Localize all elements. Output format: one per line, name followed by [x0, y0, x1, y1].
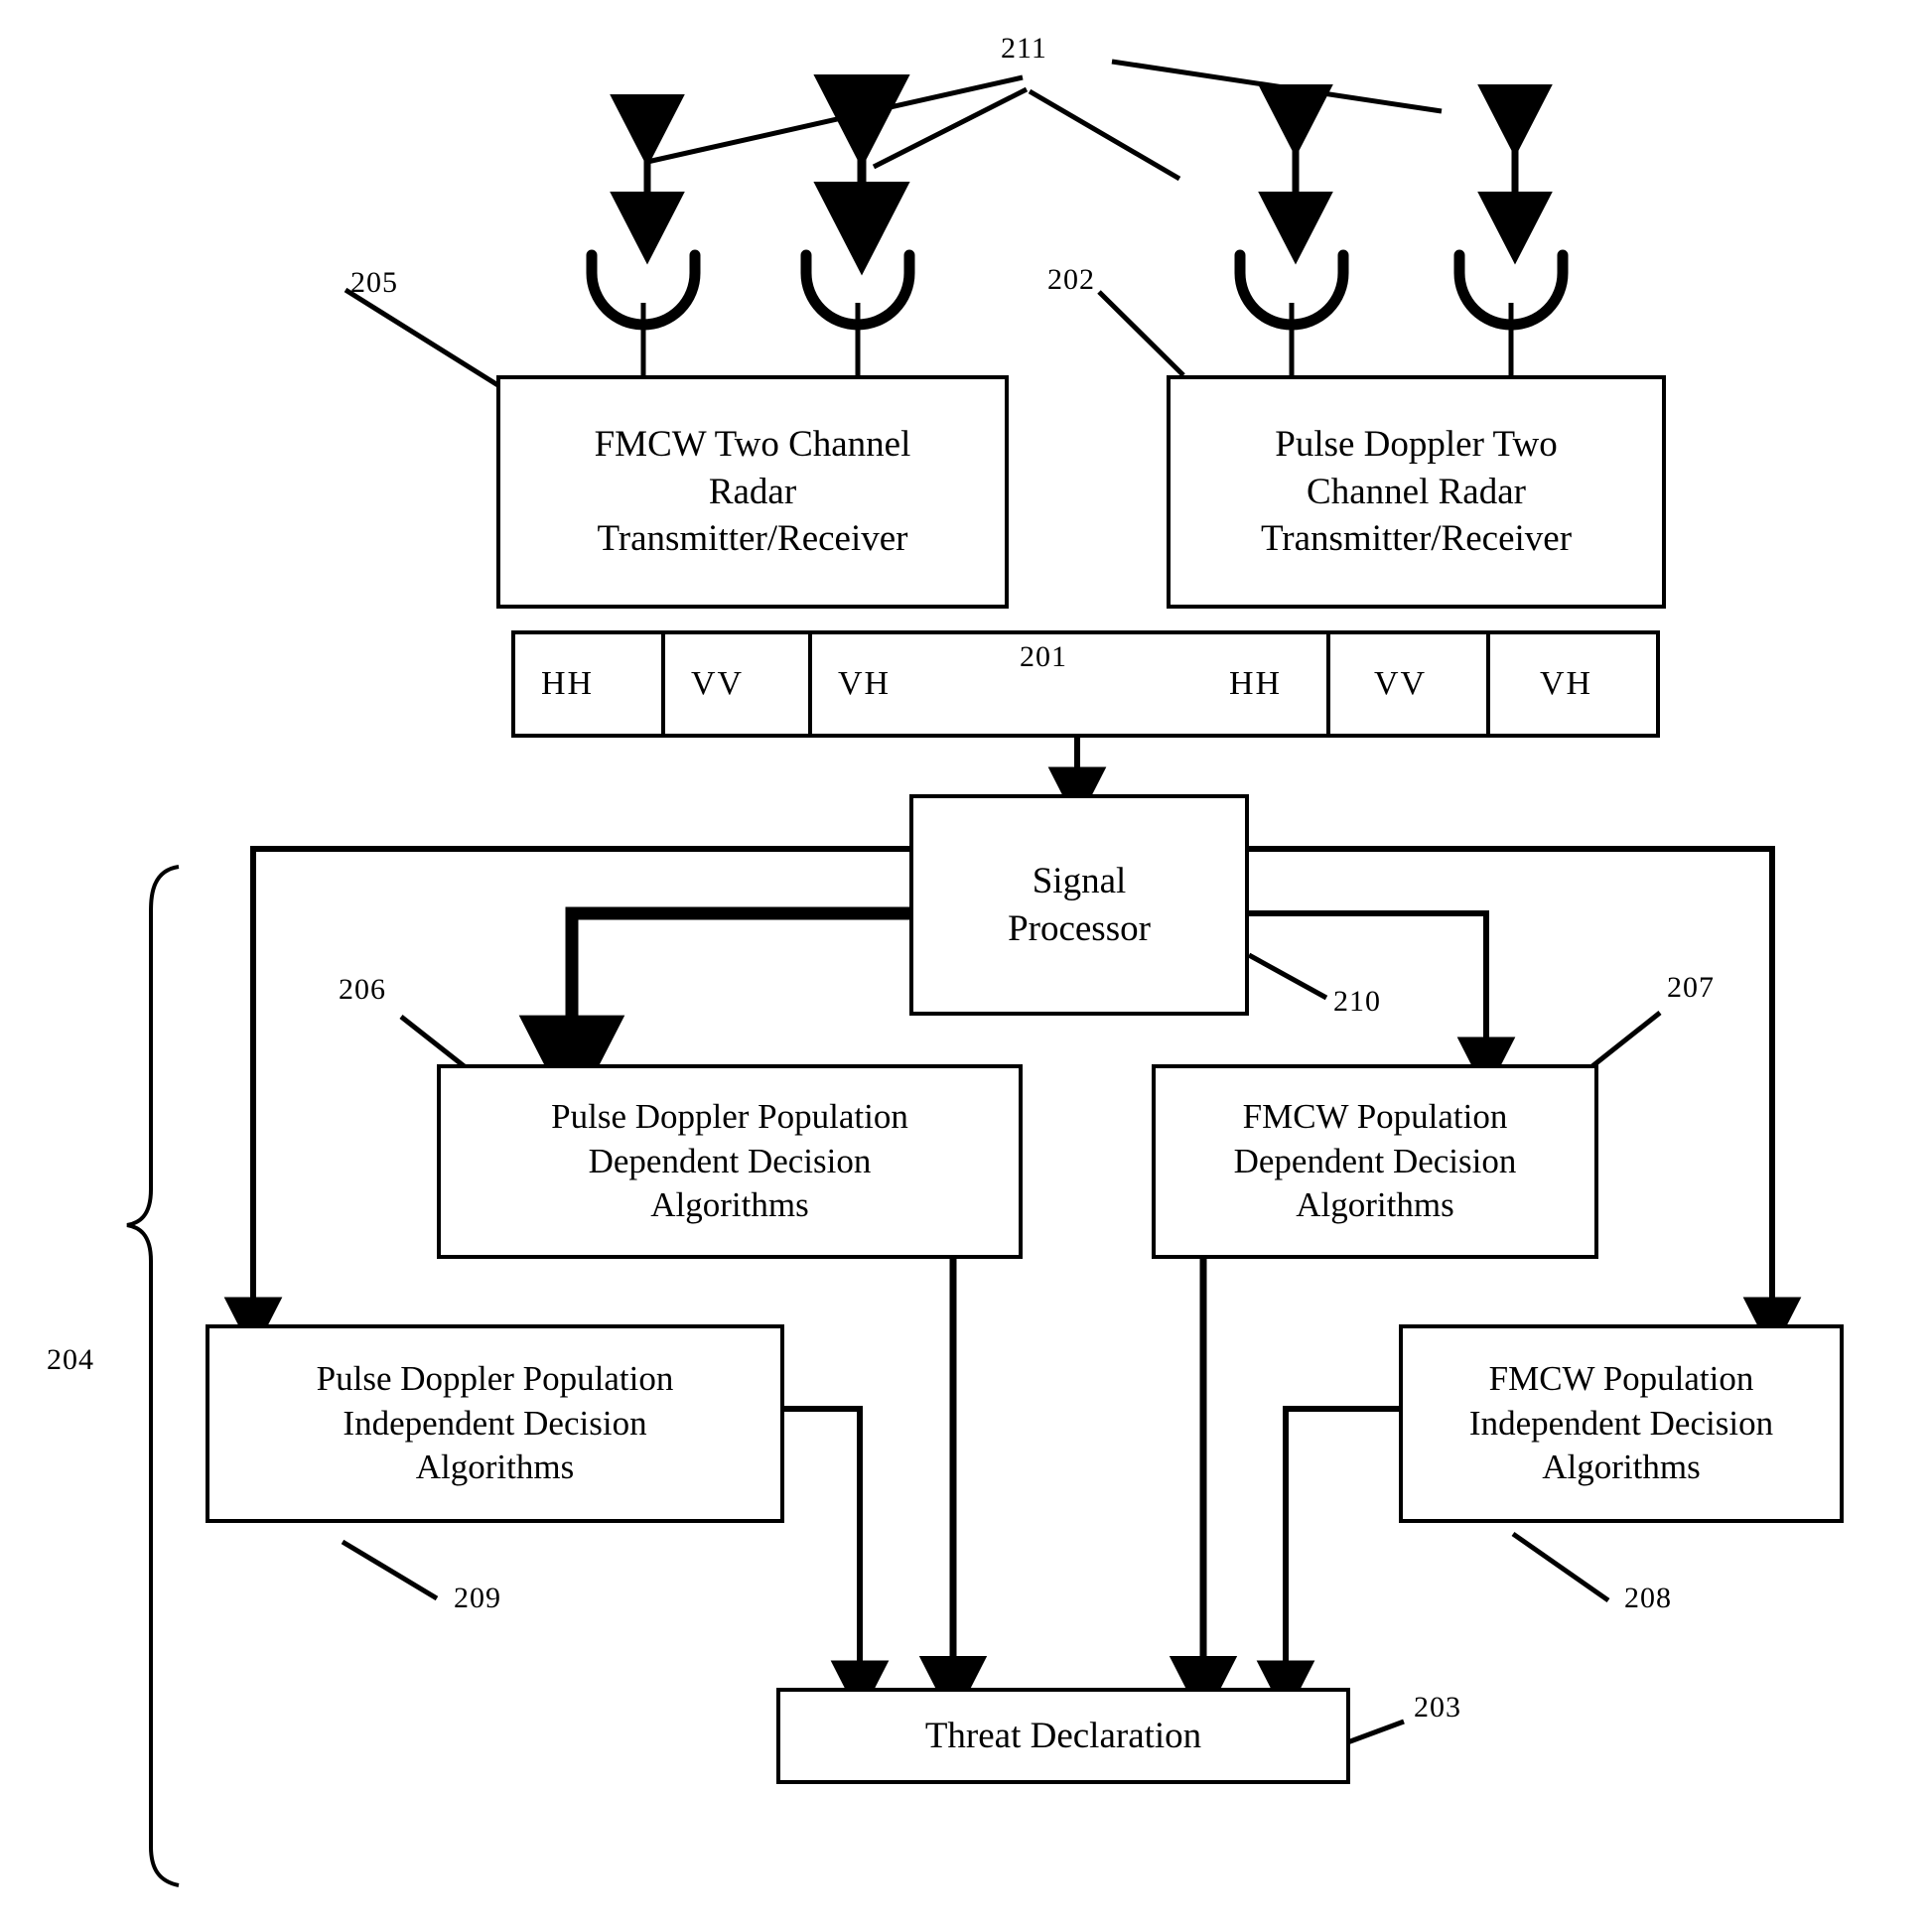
- threat-declaration-label: Threat Declaration: [924, 1715, 1202, 1756]
- ref-numeral-205: 205: [350, 266, 398, 299]
- wire-pd-independent-to-threat: [784, 1406, 890, 1719]
- ref-numeral-202: 202: [1047, 263, 1095, 296]
- pd-independent-line-2: Independent Decision: [343, 1403, 647, 1443]
- block-signal-processor: Signal Processor: [909, 794, 1249, 1016]
- fmcw-independent-line-2: Independent Decision: [1468, 1403, 1774, 1443]
- lead-line-203: [1341, 1719, 1405, 1747]
- polarization-label: VH: [838, 665, 892, 702]
- patent-figure: FMCW Two Channel Radar Transmitter/Recei…: [0, 0, 1931, 1932]
- polarization-label: HH: [1229, 665, 1283, 702]
- pd-dependent-line-1: Pulse Doppler Population: [551, 1096, 908, 1136]
- ref-numeral-207: 207: [1667, 971, 1715, 1004]
- block-pulse-doppler-transmitter-receiver: Pulse Doppler Two Channel Radar Transmit…: [1167, 375, 1666, 609]
- signal-processor-line-2: Processor: [1008, 907, 1151, 949]
- block-fmcw-population-dependent: FMCW Population Dependent Decision Algor…: [1152, 1064, 1598, 1259]
- fmcw-dependent-line-3: Algorithms: [1296, 1185, 1454, 1225]
- pd-independent-line-3: Algorithms: [415, 1448, 575, 1487]
- fmcw-independent-line-1: FMCW Population: [1488, 1358, 1754, 1398]
- lead-line-209: [341, 1539, 439, 1601]
- block-pulse-doppler-population-independent: Pulse Doppler Population Independent Dec…: [206, 1324, 784, 1523]
- pulse-txrx-line-3: Transmitter/Receiver: [1260, 518, 1573, 560]
- polarization-label: VV: [691, 665, 745, 702]
- fmcw-txrx-line-2: Radar: [708, 471, 797, 512]
- polarization-label: VV: [1374, 665, 1428, 702]
- ref-numeral-208: 208: [1624, 1582, 1672, 1614]
- polarization-cell-left-vv: VV: [661, 630, 812, 738]
- block-threat-declaration: Threat Declaration: [776, 1688, 1350, 1784]
- fmcw-dependent-line-1: FMCW Population: [1242, 1096, 1508, 1136]
- signal-processor-line-1: Signal: [1032, 861, 1127, 902]
- pd-independent-line-1: Pulse Doppler Population: [316, 1358, 674, 1398]
- block-pulse-doppler-population-dependent: Pulse Doppler Population Dependent Decis…: [437, 1064, 1023, 1259]
- ref-numeral-211: 211: [1001, 32, 1047, 65]
- block-fmcw-transmitter-receiver: FMCW Two Channel Radar Transmitter/Recei…: [496, 375, 1009, 609]
- lead-line-211: [646, 59, 1443, 182]
- lead-line-205: [344, 287, 506, 392]
- pd-dependent-line-3: Algorithms: [650, 1185, 809, 1225]
- pulse-txrx-line-1: Pulse Doppler Two: [1275, 424, 1558, 466]
- polarization-label: HH: [541, 665, 595, 702]
- ref-numeral-203: 203: [1414, 1691, 1461, 1724]
- ref-numeral-204: 204: [47, 1343, 94, 1376]
- pulse-txrx-line-2: Channel Radar: [1307, 471, 1526, 512]
- lead-line-202: [1097, 290, 1185, 377]
- brace-204: [126, 865, 180, 1887]
- antenna-feed-stems: [640, 303, 1514, 375]
- ref-numeral-210: 210: [1333, 985, 1381, 1018]
- polarization-cell-right-hh-wrap: HH: [1221, 630, 1328, 738]
- wire-sp-to-pd-dependent: [518, 906, 909, 1119]
- ref-numeral-209: 209: [454, 1582, 501, 1614]
- polarization-cell-right-vv: VV: [1326, 630, 1490, 738]
- fmcw-txrx-line-3: Transmitter/Receiver: [597, 518, 908, 560]
- fmcw-independent-line-3: Algorithms: [1542, 1448, 1701, 1487]
- antenna-beam-arrows: [610, 74, 1553, 276]
- fmcw-dependent-line-2: Dependent Decision: [1233, 1141, 1517, 1180]
- lead-line-208: [1511, 1531, 1610, 1603]
- ref-numeral-201: 201: [1020, 640, 1067, 673]
- polarization-cell-right-vh: VH: [1486, 630, 1660, 738]
- pd-dependent-line-2: Dependent Decision: [588, 1141, 872, 1180]
- polarization-cell-left-hh: HH: [511, 630, 665, 738]
- polarization-label: VH: [1540, 665, 1593, 702]
- wire-fmcw-independent-to-threat: [1256, 1406, 1399, 1719]
- lead-line-210: [1247, 952, 1328, 1001]
- ref-numeral-206: 206: [339, 973, 386, 1006]
- fmcw-txrx-line-1: FMCW Two Channel: [594, 424, 911, 466]
- block-fmcw-population-independent: FMCW Population Independent Decision Alg…: [1399, 1324, 1844, 1523]
